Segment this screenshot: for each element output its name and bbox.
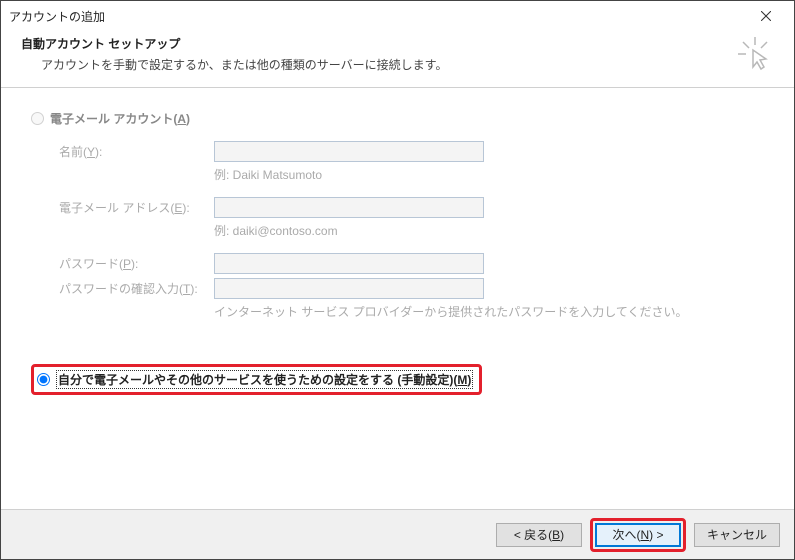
email-input[interactable] xyxy=(214,197,484,218)
back-button[interactable]: < 戻る(B) xyxy=(496,523,582,547)
password-input[interactable] xyxy=(214,253,484,274)
radio-email-account-label: 電子メール アカウント(A) xyxy=(50,110,190,127)
cursor-decoration-icon xyxy=(738,37,772,74)
name-label: 名前(Y): xyxy=(59,143,214,160)
email-hint: 例: daiki@contoso.com xyxy=(214,222,338,239)
manual-setup-highlight: 自分で電子メールやその他のサービスを使うための設定をする (手動設定)(M) xyxy=(31,364,482,395)
window-title: アカウントの追加 xyxy=(9,8,105,25)
next-button-highlight: 次へ(N) > xyxy=(590,518,686,552)
password-confirm-label: パスワードの確認入力(T): xyxy=(59,280,214,297)
cancel-button[interactable]: キャンセル xyxy=(694,523,780,547)
email-label: 電子メール アドレス(E): xyxy=(59,199,214,216)
isp-hint: インターネット サービス プロバイダーから提供されたパスワードを入力してください… xyxy=(214,303,687,320)
wizard-heading: 自動アカウント セットアップ xyxy=(21,35,774,52)
name-input[interactable] xyxy=(214,141,484,162)
close-icon xyxy=(761,11,771,21)
radio-manual-setup-label: 自分で電子メールやその他のサービスを使うための設定をする (手動設定)(M) xyxy=(56,370,473,389)
next-button[interactable]: 次へ(N) > xyxy=(595,523,681,547)
password-label: パスワード(P): xyxy=(59,255,214,272)
wizard-subtitle: アカウントを手動で設定するか、または他の種類のサーバーに接続します。 xyxy=(41,56,774,73)
close-button[interactable] xyxy=(746,2,786,30)
password-confirm-input[interactable] xyxy=(214,278,484,299)
radio-email-account[interactable] xyxy=(31,112,44,125)
name-hint: 例: Daiki Matsumoto xyxy=(214,166,322,183)
radio-manual-setup[interactable] xyxy=(37,373,50,386)
